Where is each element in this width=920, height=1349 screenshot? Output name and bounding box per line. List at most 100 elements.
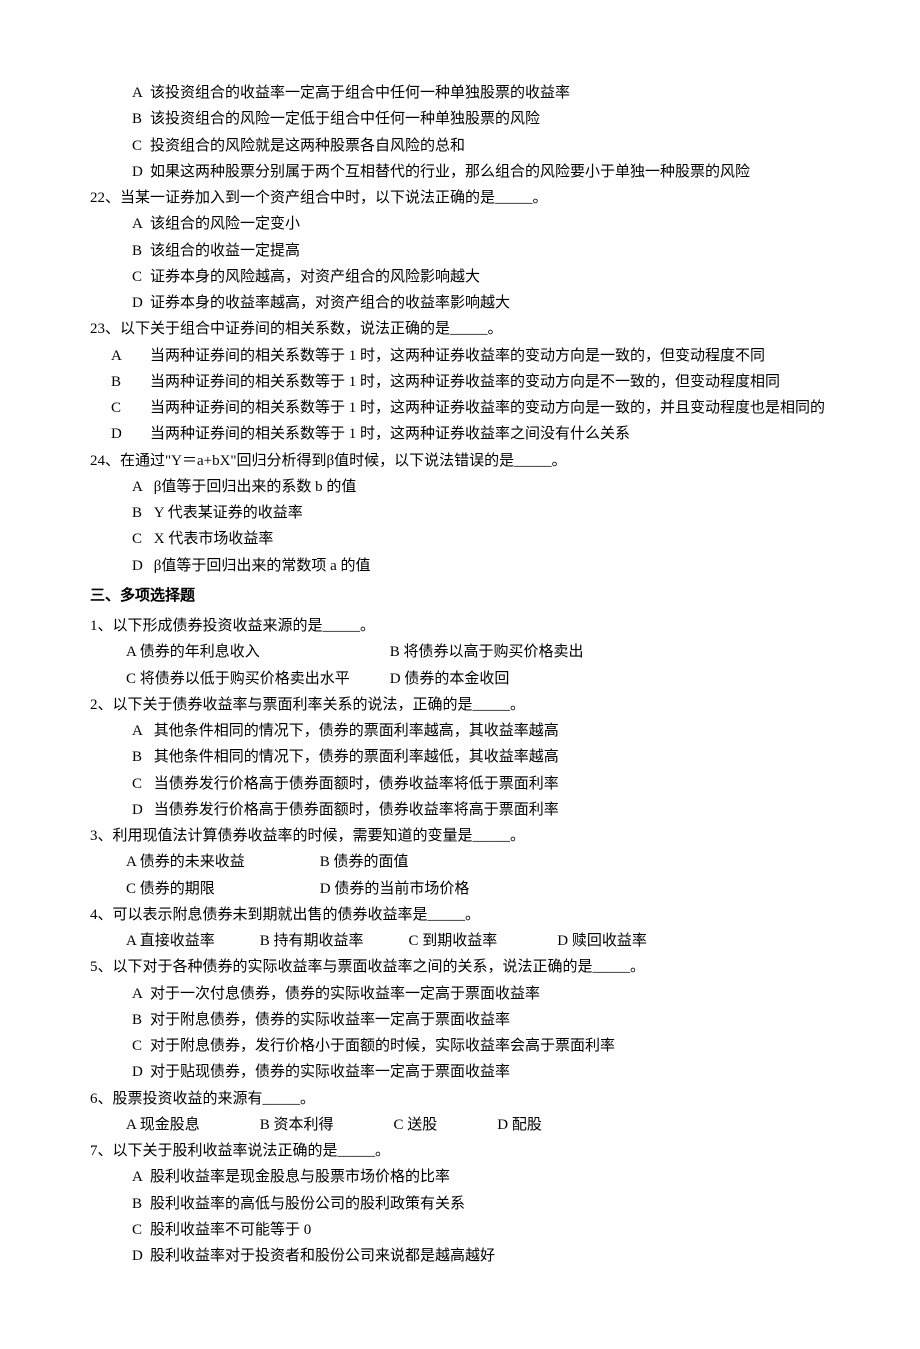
question-options: A当两种证券间的相关系数等于 1 时，这两种证券收益率的变动方向是一致的，但变动… bbox=[90, 343, 830, 448]
option-row: C 债券的期限 D 债券的当前市场价格 bbox=[90, 876, 830, 902]
option-text: 证券本身的收益率越高，对资产组合的收益率影响越大 bbox=[150, 295, 510, 311]
option-c: C 债券的期限 bbox=[126, 876, 316, 902]
multi-question-5: 5、以下对于各种债券的实际收益率与票面收益率之间的关系，说法正确的是_____。… bbox=[90, 954, 830, 1085]
option-a: A 现金股息 bbox=[126, 1112, 256, 1138]
option-a: A股利收益率是现金股息与股票市场价格的比率 bbox=[132, 1164, 830, 1190]
option-letter: D bbox=[132, 553, 150, 579]
option-b: B 债券的面值 bbox=[320, 849, 409, 875]
option-a: A β值等于回归出来的系数 b 的值 bbox=[132, 474, 830, 500]
question-stem: 24、在通过"Y＝a+bX"回归分析得到β值时候，以下说法错误的是_____。 bbox=[90, 448, 830, 474]
option-text: 当两种证券间的相关系数等于 1 时，这两种证券收益率之间没有什么关系 bbox=[150, 426, 630, 442]
option-text: 股利收益率不可能等于 0 bbox=[150, 1222, 311, 1238]
option-a: A当两种证券间的相关系数等于 1 时，这两种证券收益率的变动方向是一致的，但变动… bbox=[132, 343, 830, 369]
option-a: A 直接收益率 bbox=[126, 928, 256, 954]
option-a: A 债券的未来收益 bbox=[126, 849, 316, 875]
question-options: A 其他条件相同的情况下，债券的票面利率越高，其收益率越高 B 其他条件相同的情… bbox=[90, 718, 830, 823]
option-letter: D bbox=[132, 290, 150, 316]
option-letter: B bbox=[132, 500, 150, 526]
option-text: 股利收益率的高低与股份公司的股利政策有关系 bbox=[150, 1196, 465, 1212]
option-b: B该投资组合的风险一定低于组合中任何一种单独股票的风险 bbox=[132, 106, 830, 132]
option-text: X 代表市场收益率 bbox=[154, 531, 274, 547]
option-text: 该投资组合的风险一定低于组合中任何一种单独股票的风险 bbox=[150, 111, 540, 127]
option-b: B对于附息债券，债券的实际收益率一定高于票面收益率 bbox=[132, 1007, 830, 1033]
option-d: D 配股 bbox=[497, 1112, 542, 1138]
option-letter: A bbox=[132, 211, 150, 237]
question-24: 24、在通过"Y＝a+bX"回归分析得到β值时候，以下说法错误的是_____。 … bbox=[90, 448, 830, 579]
multi-question-4: 4、可以表示附息债券未到期就出售的债券收益率是_____。 A 直接收益率 B … bbox=[90, 902, 830, 955]
option-text: Y 代表某证券的收益率 bbox=[154, 505, 303, 521]
option-c: C X 代表市场收益率 bbox=[132, 526, 830, 552]
option-a: A该投资组合的收益率一定高于组合中任何一种单独股票的收益率 bbox=[132, 80, 830, 106]
option-d: D 赎回收益率 bbox=[557, 928, 647, 954]
option-text: 对于贴现债券，债券的实际收益率一定高于票面收益率 bbox=[150, 1064, 510, 1080]
multi-question-7: 7、以下关于股利收益率说法正确的是_____。 A股利收益率是现金股息与股票市场… bbox=[90, 1138, 830, 1269]
option-letter: B bbox=[132, 369, 150, 395]
option-row: C 将债券以低于购买价格卖出水平 D 债券的本金收回 bbox=[90, 666, 830, 692]
option-letter: D bbox=[132, 797, 150, 823]
option-row: A 直接收益率 B 持有期收益率 C 到期收益率 D 赎回收益率 bbox=[90, 928, 830, 954]
option-c: C投资组合的风险就是这两种股票各自风险的总和 bbox=[132, 133, 830, 159]
option-letter: A bbox=[132, 80, 150, 106]
option-text: 对于一次付息债券，债券的实际收益率一定高于票面收益率 bbox=[150, 986, 540, 1002]
option-letter: A bbox=[132, 474, 150, 500]
option-b: B 资本利得 bbox=[260, 1112, 390, 1138]
option-d: D 债券的当前市场价格 bbox=[320, 876, 470, 902]
option-a: A 其他条件相同的情况下，债券的票面利率越高，其收益率越高 bbox=[132, 718, 830, 744]
option-letter: B bbox=[132, 744, 150, 770]
option-letter: D bbox=[132, 421, 150, 447]
option-d: D β值等于回归出来的常数项 a 的值 bbox=[132, 553, 830, 579]
option-text: β值等于回归出来的系数 b 的值 bbox=[154, 479, 357, 495]
option-d: D对于贴现债券，债券的实际收益率一定高于票面收益率 bbox=[132, 1059, 830, 1085]
option-letter: C bbox=[132, 526, 150, 552]
option-text: 当债券发行价格高于债券面额时，债券收益率将高于票面利率 bbox=[154, 802, 559, 818]
question-stem: 22、当某一证券加入到一个资产组合中时，以下说法正确的是_____。 bbox=[90, 185, 830, 211]
option-a: A对于一次付息债券，债券的实际收益率一定高于票面收益率 bbox=[132, 981, 830, 1007]
option-c: C 当债券发行价格高于债券面额时，债券收益率将低于票面利率 bbox=[132, 771, 830, 797]
option-c: C 到期收益率 bbox=[409, 928, 554, 954]
option-letter: C bbox=[132, 395, 150, 421]
option-text: 投资组合的风险就是这两种股票各自风险的总和 bbox=[150, 138, 465, 154]
option-row: A 债券的未来收益 B 债券的面值 bbox=[90, 849, 830, 875]
option-letter: A bbox=[132, 343, 150, 369]
option-text: 其他条件相同的情况下，债券的票面利率越高，其收益率越高 bbox=[154, 723, 559, 739]
option-d: D当两种证券间的相关系数等于 1 时，这两种证券收益率之间没有什么关系 bbox=[132, 421, 830, 447]
option-letter: B bbox=[132, 1191, 150, 1217]
option-row: A 现金股息 B 资本利得 C 送股 D 配股 bbox=[90, 1112, 830, 1138]
multi-question-1: 1、以下形成债券投资收益来源的是_____。 A 债券的年利息收入 B 将债券以… bbox=[90, 613, 830, 692]
option-letter: B bbox=[132, 238, 150, 264]
question-options: A股利收益率是现金股息与股票市场价格的比率 B股利收益率的高低与股份公司的股利政… bbox=[90, 1164, 830, 1269]
question-stem: 7、以下关于股利收益率说法正确的是_____。 bbox=[90, 1138, 830, 1164]
option-c: C 送股 bbox=[394, 1112, 494, 1138]
option-c: C股利收益率不可能等于 0 bbox=[132, 1217, 830, 1243]
option-text: 该投资组合的收益率一定高于组合中任何一种单独股票的收益率 bbox=[150, 85, 570, 101]
option-b: B 持有期收益率 bbox=[260, 928, 405, 954]
option-letter: D bbox=[132, 1243, 150, 1269]
option-letter: C bbox=[132, 264, 150, 290]
option-letter: B bbox=[132, 1007, 150, 1033]
option-d: D 当债券发行价格高于债券面额时，债券收益率将高于票面利率 bbox=[132, 797, 830, 823]
question-options: A对于一次付息债券，债券的实际收益率一定高于票面收益率 B对于附息债券，债券的实… bbox=[90, 981, 830, 1086]
option-b: B当两种证券间的相关系数等于 1 时，这两种证券收益率的变动方向是不一致的，但变… bbox=[132, 369, 830, 395]
option-text: 该组合的收益一定提高 bbox=[150, 243, 300, 259]
option-letter: C bbox=[132, 771, 150, 797]
option-letter: B bbox=[132, 106, 150, 132]
option-a: A 债券的年利息收入 bbox=[126, 639, 386, 665]
option-letter: C bbox=[132, 133, 150, 159]
option-b: B Y 代表某证券的收益率 bbox=[132, 500, 830, 526]
option-text: 如果这两种股票分别属于两个互相替代的行业，那么组合的风险要小于单独一种股票的风险 bbox=[150, 164, 750, 180]
question-options: A该组合的风险一定变小 B该组合的收益一定提高 C证券本身的风险越高，对资产组合… bbox=[90, 211, 830, 316]
option-text: 对于附息债券，债券的实际收益率一定高于票面收益率 bbox=[150, 1012, 510, 1028]
option-d: D如果这两种股票分别属于两个互相替代的行业，那么组合的风险要小于单独一种股票的风… bbox=[132, 159, 830, 185]
option-text: 股利收益率对于投资者和股份公司来说都是越高越好 bbox=[150, 1248, 495, 1264]
option-text: 该组合的风险一定变小 bbox=[150, 216, 300, 232]
option-text: 证券本身的风险越高，对资产组合的风险影响越大 bbox=[150, 269, 480, 285]
option-b: B该组合的收益一定提高 bbox=[132, 238, 830, 264]
option-text: 当两种证券间的相关系数等于 1 时，这两种证券收益率的变动方向是一致的，但变动程… bbox=[150, 348, 765, 364]
question-stem: 6、股票投资收益的来源有_____。 bbox=[90, 1086, 830, 1112]
option-b: B 其他条件相同的情况下，债券的票面利率越低，其收益率越高 bbox=[132, 744, 830, 770]
option-c: C证券本身的风险越高，对资产组合的风险影响越大 bbox=[132, 264, 830, 290]
option-letter: A bbox=[132, 718, 150, 744]
option-text: 其他条件相同的情况下，债券的票面利率越低，其收益率越高 bbox=[154, 749, 559, 765]
option-letter: D bbox=[132, 159, 150, 185]
option-d: D 债券的本金收回 bbox=[390, 666, 510, 692]
